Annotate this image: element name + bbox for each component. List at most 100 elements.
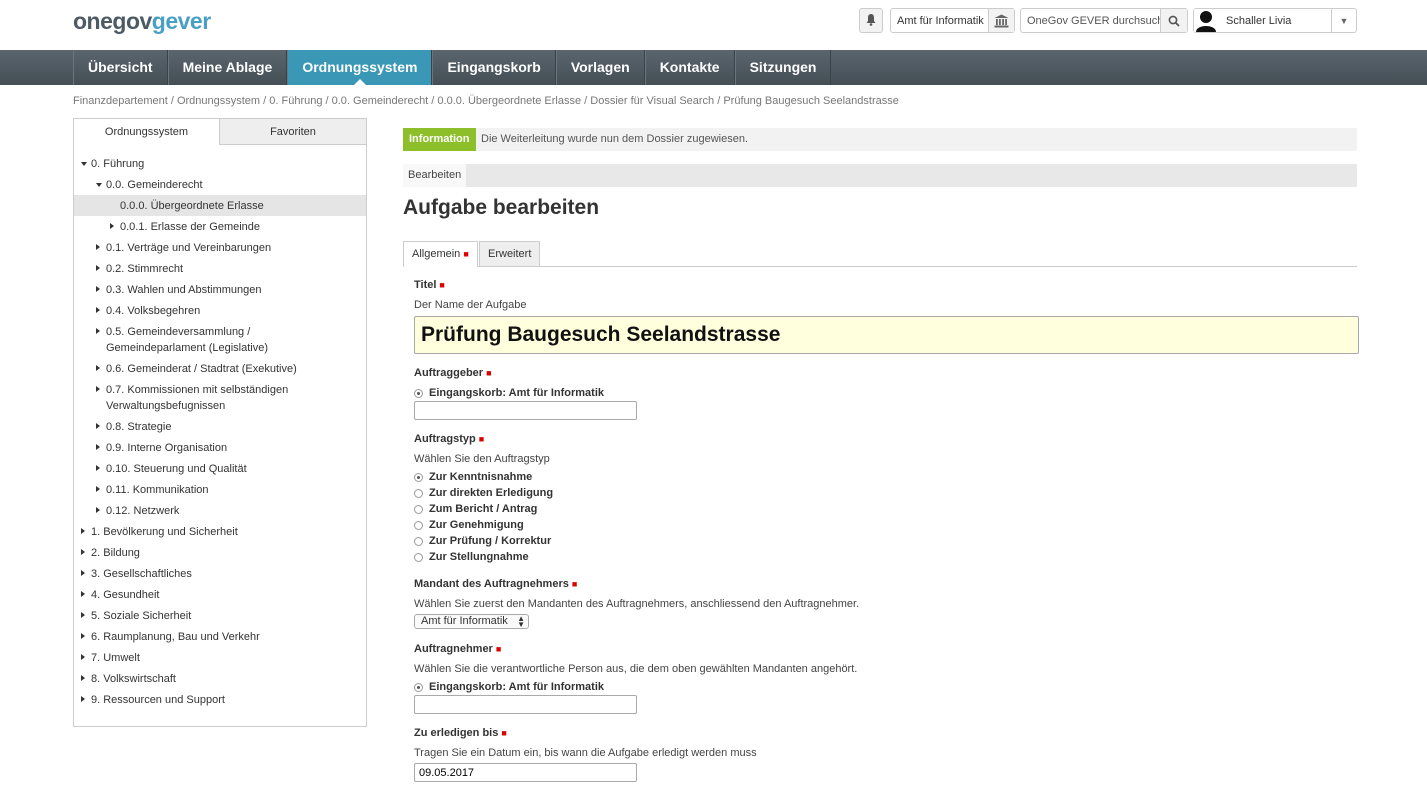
- tree-node[interactable]: 0.10. Steuerung und Qualität: [74, 458, 366, 479]
- caret-right-icon[interactable]: [96, 423, 100, 429]
- caret-right-icon[interactable]: [81, 612, 85, 618]
- caret-right-icon[interactable]: [96, 244, 100, 250]
- logo[interactable]: onegovgever: [73, 8, 211, 35]
- task-type-option[interactable]: Zum Bericht / Antrag: [414, 503, 537, 515]
- nav-sitzungen[interactable]: Sitzungen: [734, 50, 832, 85]
- caret-right-icon[interactable]: [81, 528, 85, 534]
- tree-node[interactable]: 0.6. Gemeinderat / Stadtrat (Exekutive): [74, 358, 366, 379]
- tree-node[interactable]: 0.1. Verträge und Vereinbarungen: [74, 237, 366, 258]
- search-box[interactable]: OneGov GEVER durchsuchen: [1020, 8, 1188, 33]
- tree-node[interactable]: 8. Volkswirtschaft: [74, 668, 366, 689]
- tree-node[interactable]: 2. Bildung: [74, 542, 366, 563]
- caret-right-icon[interactable]: [96, 286, 100, 292]
- tree-node-label: 9. Ressourcen und Support: [91, 694, 225, 706]
- caret-right-icon[interactable]: [96, 328, 100, 334]
- tree-node[interactable]: 4. Gesundheit: [74, 584, 366, 605]
- client-select[interactable]: Amt für Informatik ▲ ▼: [414, 614, 529, 629]
- caret-right-icon[interactable]: [96, 386, 100, 392]
- caret-right-icon[interactable]: [81, 570, 85, 576]
- issuer-radio[interactable]: Eingangskorb: Amt für Informatik: [414, 387, 604, 399]
- caret-right-icon[interactable]: [110, 223, 114, 229]
- tree-node[interactable]: 7. Umwelt: [74, 647, 366, 668]
- bell-icon: [865, 13, 877, 29]
- tree-node-label: 0.2. Stimmrecht: [106, 263, 184, 275]
- task-type-option[interactable]: Zur direkten Erledigung: [414, 487, 553, 499]
- tree-node[interactable]: 0.8. Strategie: [74, 416, 366, 437]
- title-label: Titel ■: [414, 279, 445, 291]
- caret-right-icon[interactable]: [96, 365, 100, 371]
- responsible-input[interactable]: [414, 695, 637, 714]
- caret-right-icon[interactable]: [96, 265, 100, 271]
- org-unit-label: Amt für Informatik: [897, 14, 984, 27]
- search-icon[interactable]: [1160, 9, 1187, 32]
- caret-right-icon[interactable]: [81, 696, 85, 702]
- caret-right-icon[interactable]: [81, 654, 85, 660]
- caret-right-icon[interactable]: [96, 465, 100, 471]
- tree-node[interactable]: 0. Führung: [74, 153, 366, 174]
- breadcrumb[interactable]: Finanzdepartement / Ordnungssystem / 0. …: [73, 95, 899, 107]
- tree-node[interactable]: 3. Gesellschaftliches: [74, 563, 366, 584]
- tree-node[interactable]: 0.0.1. Erlasse der Gemeinde: [74, 216, 366, 237]
- tab-ordnungssystem[interactable]: Ordnungssystem: [74, 119, 220, 145]
- caret-right-icon[interactable]: [81, 591, 85, 597]
- nav-uebersicht[interactable]: Übersicht: [73, 50, 168, 85]
- deadline-label: Zu erledigen bis ■: [414, 727, 507, 739]
- deadline-input[interactable]: [414, 763, 637, 782]
- task-type-option[interactable]: Zur Prüfung / Korrektur: [414, 535, 551, 547]
- tab-erweitert[interactable]: Erweitert: [479, 241, 540, 266]
- nav-meine-ablage[interactable]: Meine Ablage: [167, 50, 288, 85]
- responsible-radio[interactable]: Eingangskorb: Amt für Informatik: [414, 681, 604, 693]
- caret-right-icon[interactable]: [96, 486, 100, 492]
- caret-right-icon[interactable]: [81, 549, 85, 555]
- nav-vorlagen[interactable]: Vorlagen: [555, 50, 645, 85]
- tree-node[interactable]: 0.0. Gemeinderecht: [74, 174, 366, 195]
- nav-ordnungssystem[interactable]: Ordnungssystem: [287, 50, 433, 85]
- tree-node-label: 3. Gesellschaftliches: [91, 568, 192, 580]
- task-type-help: Wählen Sie den Auftragstyp: [414, 453, 550, 465]
- responsible-label: Auftragnehmer ■: [414, 643, 502, 655]
- tree-node[interactable]: 5. Soziale Sicherheit: [74, 605, 366, 626]
- bank-icon[interactable]: [988, 9, 1014, 32]
- search-input[interactable]: OneGov GEVER durchsuchen: [1021, 15, 1160, 27]
- user-menu[interactable]: Schaller Livia ▼: [1193, 8, 1357, 33]
- caret-right-icon[interactable]: [96, 507, 100, 513]
- tree-node[interactable]: 0.11. Kommunikation: [74, 479, 366, 500]
- title-input[interactable]: [414, 316, 1359, 354]
- notifications-button[interactable]: [859, 8, 883, 33]
- caret-down-icon[interactable]: [96, 183, 102, 187]
- nav-kontakte[interactable]: Kontakte: [644, 50, 735, 85]
- tree-node-label: 0.0.0. Übergeordnete Erlasse: [120, 200, 264, 212]
- caret-down-icon[interactable]: [81, 162, 87, 166]
- tree-node[interactable]: 0.7. Kommissionen mit selbständigen Verwa…: [74, 379, 366, 416]
- tree-node[interactable]: 0.5. Gemeindeversammlung / Gemeindeparlam…: [74, 321, 366, 358]
- tab-bearbeiten[interactable]: Bearbeiten: [403, 164, 467, 187]
- caret-right-icon[interactable]: [81, 675, 85, 681]
- tree-node[interactable]: 0.0.0. Übergeordnete Erlasse: [74, 195, 366, 216]
- tree-node[interactable]: 0.4. Volksbegehren: [74, 300, 366, 321]
- tree-node-label: 0.4. Volksbegehren: [106, 305, 201, 317]
- tree-node[interactable]: 6. Raumplanung, Bau und Verkehr: [74, 626, 366, 647]
- tree-node-label: 5. Soziale Sicherheit: [91, 610, 192, 622]
- tree-node[interactable]: 0.2. Stimmrecht: [74, 258, 366, 279]
- tree-node[interactable]: 9. Ressourcen und Support: [74, 689, 366, 710]
- client-label: Mandant des Auftragnehmers ■: [414, 578, 578, 590]
- responsible-help: Wählen Sie die verantwortliche Person au…: [414, 663, 858, 675]
- task-type-option[interactable]: Zur Kenntnisnahme: [414, 471, 532, 483]
- chevron-down-icon[interactable]: ▼: [1331, 9, 1356, 32]
- org-unit-selector[interactable]: Amt für Informatik: [890, 8, 1015, 33]
- task-type-option[interactable]: Zur Stellungnahme: [414, 551, 529, 563]
- tree-node[interactable]: 1. Bevölkerung und Sicherheit: [74, 521, 366, 542]
- caret-right-icon[interactable]: [81, 633, 85, 639]
- nav-eingangskorb[interactable]: Eingangskorb: [432, 50, 556, 85]
- caret-right-icon[interactable]: [96, 444, 100, 450]
- tree-node[interactable]: 0.12. Netzwerk: [74, 500, 366, 521]
- tree-node[interactable]: 0.3. Wahlen und Abstimmungen: [74, 279, 366, 300]
- page-title: Aufgabe bearbeiten: [403, 196, 600, 219]
- caret-right-icon[interactable]: [96, 307, 100, 313]
- tree-node[interactable]: 0.9. Interne Organisation: [74, 437, 366, 458]
- issuer-input[interactable]: [414, 401, 637, 420]
- task-type-option[interactable]: Zur Genehmigung: [414, 519, 524, 531]
- tree-node-label: 0.6. Gemeinderat / Stadtrat (Exekutive): [106, 363, 297, 375]
- tab-allgemein[interactable]: Allgemein ■: [403, 241, 478, 267]
- tab-favoriten[interactable]: Favoriten: [220, 119, 366, 145]
